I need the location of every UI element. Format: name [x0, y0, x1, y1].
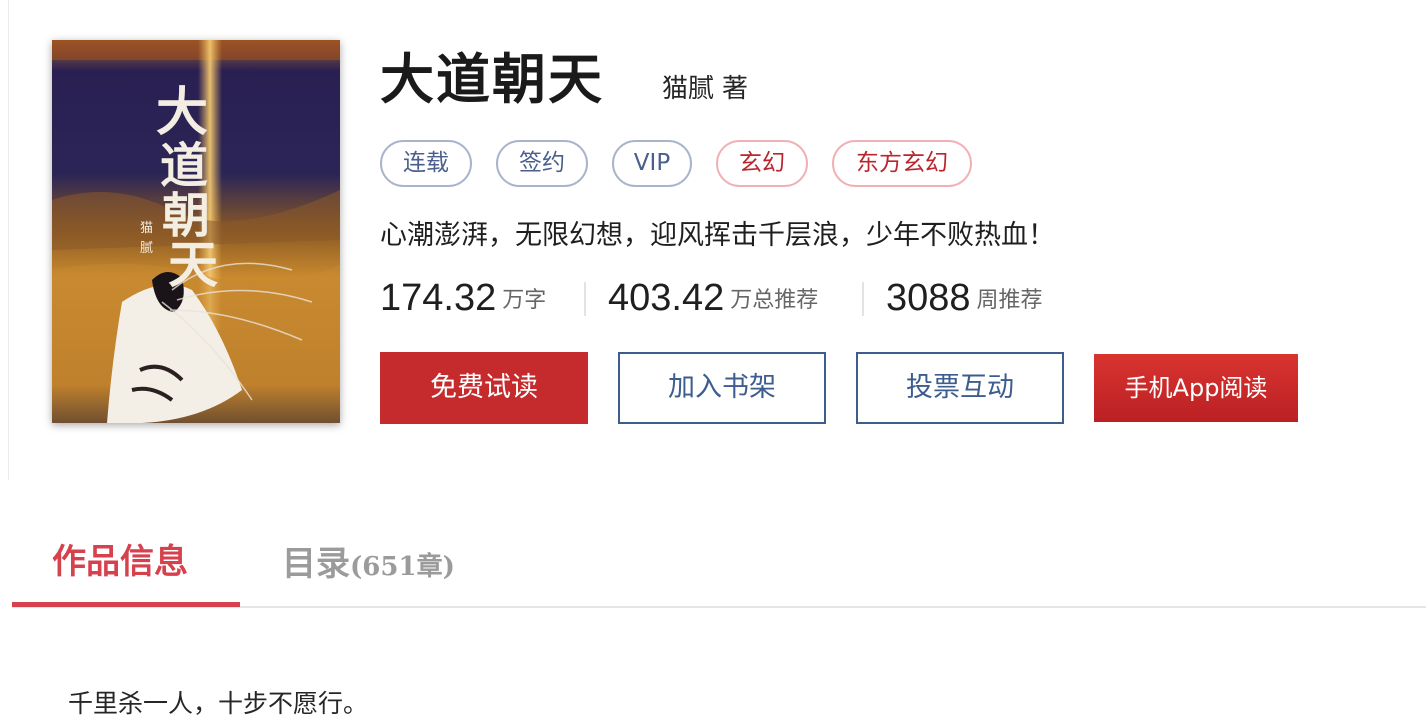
author-line: 猫腻著: [662, 72, 748, 106]
left-divider: [8, 0, 9, 480]
stat-word-count: 174.32 万字: [380, 276, 546, 320]
free-read-button[interactable]: 免费试读: [380, 352, 588, 424]
stat-word-count-unit: 万字: [502, 288, 547, 313]
stat-total-recommend-unit: 万总推荐: [730, 288, 819, 313]
stat-divider: [584, 282, 586, 316]
book-cover[interactable]: 大 道 朝 天 猫 腻: [52, 40, 340, 423]
cover-title-char-4: 天: [168, 235, 218, 294]
book-description: 千里杀一人，十步不愿行。: [68, 689, 369, 718]
tag-subgenre-eastern-fantasy[interactable]: 东方玄幻: [832, 140, 972, 187]
tab-toc-label: 目录: [282, 544, 350, 584]
cover-author-char-1: 猫: [140, 221, 153, 236]
author-name[interactable]: 猫腻: [662, 74, 714, 104]
tag-vip[interactable]: VIP: [612, 140, 692, 187]
app-read-button[interactable]: 手机App阅读: [1094, 354, 1298, 422]
stat-weekly-recommend: 3088 周推荐: [886, 276, 1043, 320]
content-tabs: 作品信息 目录(651章): [12, 530, 1426, 608]
vote-button[interactable]: 投票互动: [856, 352, 1064, 424]
stat-total-recommend: 403.42 万总推荐: [608, 276, 818, 320]
tab-book-info[interactable]: 作品信息: [52, 538, 188, 586]
tab-table-of-contents[interactable]: 目录(651章): [282, 540, 455, 591]
author-suffix: 著: [722, 74, 749, 104]
add-to-shelf-button[interactable]: 加入书架: [618, 352, 826, 424]
stat-weekly-recommend-unit: 周推荐: [976, 288, 1043, 313]
tag-genre-fantasy[interactable]: 玄幻: [716, 140, 808, 187]
cover-author-char-2: 腻: [140, 241, 153, 256]
active-tab-indicator: [12, 602, 240, 607]
stat-divider: [862, 282, 864, 316]
book-intro: 心潮澎湃，无限幻想，迎风挥击千层浪，少年不败热血！: [380, 220, 1055, 251]
cover-title-char-2: 道: [160, 138, 208, 194]
book-title: 大道朝天: [380, 48, 604, 111]
tag-signed[interactable]: 签约: [496, 140, 588, 187]
stat-word-count-value: 174.32: [380, 277, 497, 319]
cover-title-char-1: 大: [156, 82, 208, 143]
stat-total-recommend-value: 403.42: [608, 277, 725, 319]
tab-toc-count: (651章): [350, 552, 455, 582]
cover-illustration: 大 道 朝 天 猫 腻: [52, 40, 340, 423]
tag-status-serializing[interactable]: 连载: [380, 140, 472, 187]
stat-weekly-recommend-value: 3088: [886, 277, 971, 319]
